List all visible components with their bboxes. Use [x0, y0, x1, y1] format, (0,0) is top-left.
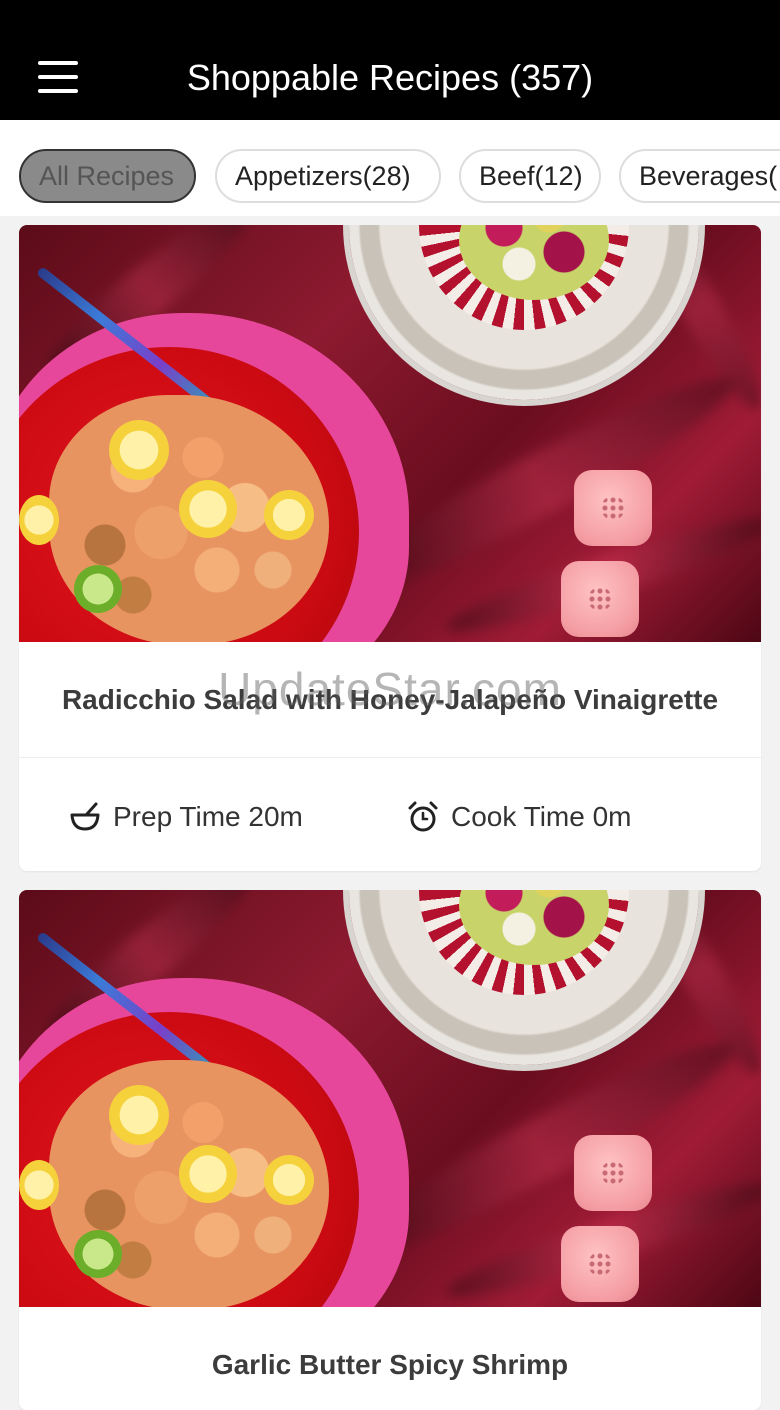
recipe-title[interactable]: Radicchio Salad with Honey-Jalapeño Vina… [19, 642, 761, 758]
mortar-bowl-icon [67, 799, 103, 835]
recipe-image[interactable] [19, 225, 761, 642]
alarm-clock-icon [405, 799, 441, 835]
page-title: Shoppable Recipes (357) [186, 57, 594, 98]
filter-chip-appetizers[interactable]: Appetizers(28) [215, 149, 441, 203]
recipe-title[interactable]: Garlic Butter Spicy Shrimp [19, 1307, 761, 1410]
app-header: Shoppable Recipes (357) [0, 0, 780, 120]
recipe-image[interactable] [19, 890, 761, 1307]
cook-time-label: Cook Time 0m [451, 801, 632, 833]
cook-time: Cook Time 0m [405, 758, 632, 871]
recipe-card[interactable]: Radicchio Salad with Honey-Jalapeño Vina… [19, 225, 761, 871]
filter-chip-beverages[interactable]: Beverages( [619, 149, 780, 203]
recipe-card[interactable]: Garlic Butter Spicy Shrimp [19, 890, 761, 1410]
filter-chip-beef[interactable]: Beef(12) [459, 149, 601, 203]
filter-chip-all-recipes[interactable]: All Recipes [19, 149, 196, 203]
prep-time-label: Prep Time 20m [113, 801, 303, 833]
prep-time: Prep Time 20m [67, 758, 303, 871]
category-filter-bar[interactable]: All Recipes Appetizers(28) Beef(12) Beve… [0, 120, 780, 216]
